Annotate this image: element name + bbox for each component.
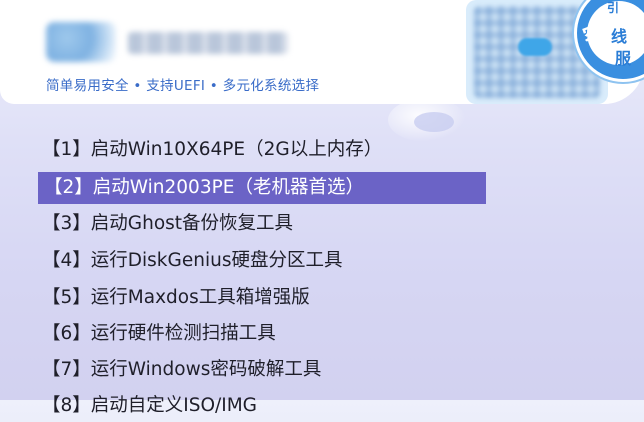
badge-char: 线 [611, 27, 628, 46]
menu-item[interactable]: 【4】运行DiskGenius硬盘分区工具 [36, 245, 348, 277]
tagline: 简单易用安全 • 支持UEFI • 多元化系统选择 [46, 78, 320, 94]
menu-item[interactable]: 【3】启动Ghost备份恢复工具 [36, 208, 299, 240]
decoration-shape [414, 112, 454, 132]
menu-item[interactable]: 【5】运行Maxdos工具箱增强版 [36, 282, 316, 314]
header-panel: 简单易用安全 • 支持UEFI • 多元化系统选择 引 线 服 客 [0, 0, 644, 104]
menu-item[interactable]: 【7】运行Windows密码破解工具 [36, 354, 327, 386]
badge-char: 服 [615, 49, 632, 68]
menu-item[interactable]: 【1】启动Win10X64PE（2G以上内存） [36, 134, 388, 166]
logo-mark-icon [46, 22, 116, 62]
menu-item-selected[interactable]: 【2】启动Win2003PE（老机器首选） [38, 172, 486, 204]
qr-logo-icon [518, 38, 552, 56]
brand-logo [46, 22, 288, 64]
menu-item[interactable]: 【6】运行硬件检测扫描工具 [36, 318, 282, 350]
menu-item[interactable]: 【8】启动自定义ISO/IMG [36, 390, 263, 422]
badge-char: 引 [607, 1, 620, 15]
logo-wordmark [128, 32, 288, 54]
